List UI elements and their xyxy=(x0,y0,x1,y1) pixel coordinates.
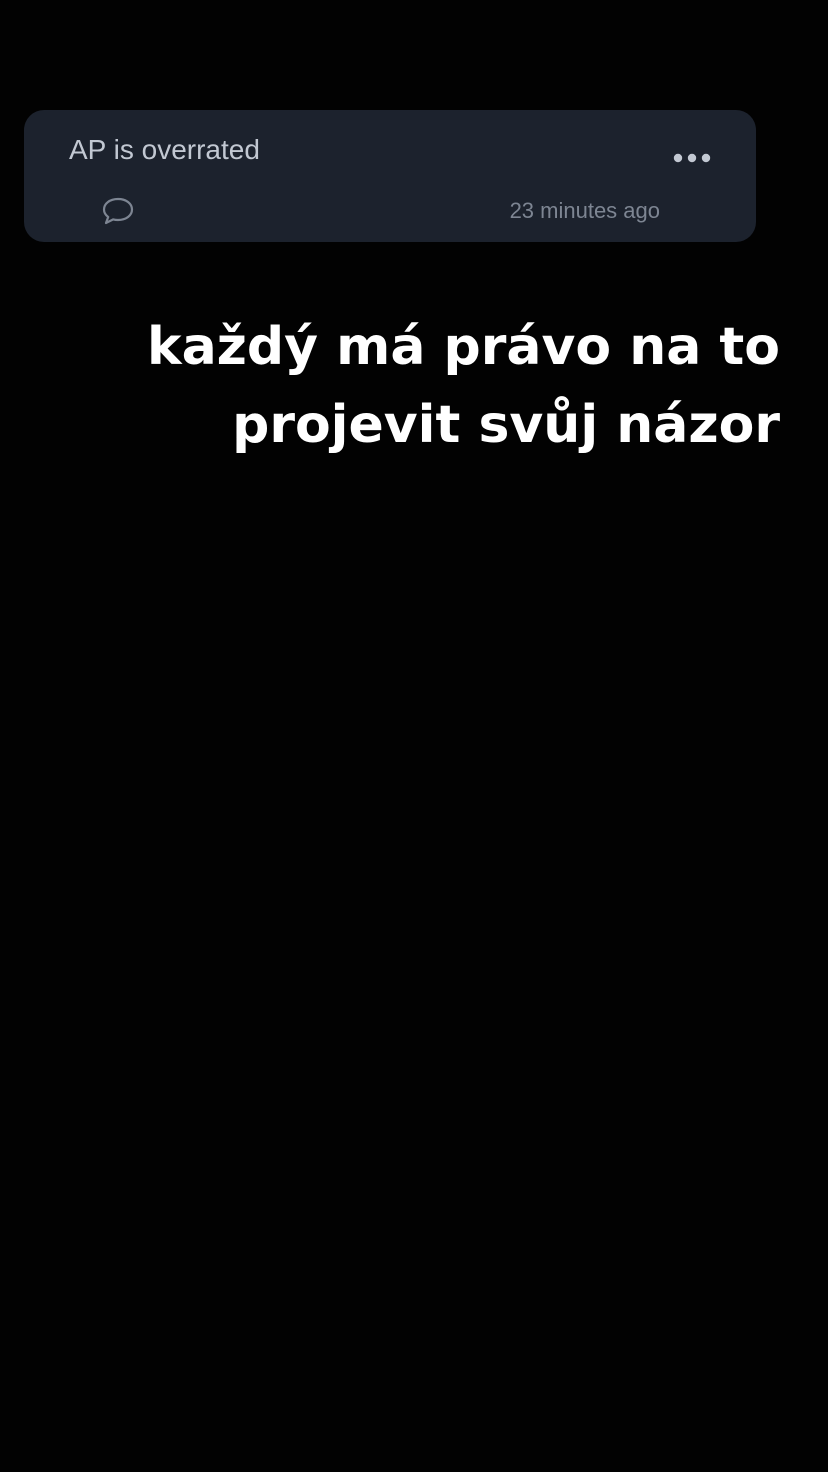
caption-line-1: každý má právo na to xyxy=(146,317,780,377)
comment-button[interactable] xyxy=(98,194,138,228)
post-card[interactable]: AP is overrated 23 minutes ago xyxy=(24,110,756,242)
speech-bubble-icon xyxy=(102,197,134,225)
caption-line-2: projevit svůj názor xyxy=(232,395,780,455)
post-timestamp: 23 minutes ago xyxy=(509,198,660,223)
story-caption: každý má právo na to projevit svůj názor xyxy=(80,308,780,464)
ellipsis-icon xyxy=(673,153,711,163)
more-options-button[interactable] xyxy=(668,140,718,176)
post-text: AP is overrated xyxy=(69,134,260,165)
story-screen: AP is overrated 23 minutes ago každý má … xyxy=(0,0,828,1472)
